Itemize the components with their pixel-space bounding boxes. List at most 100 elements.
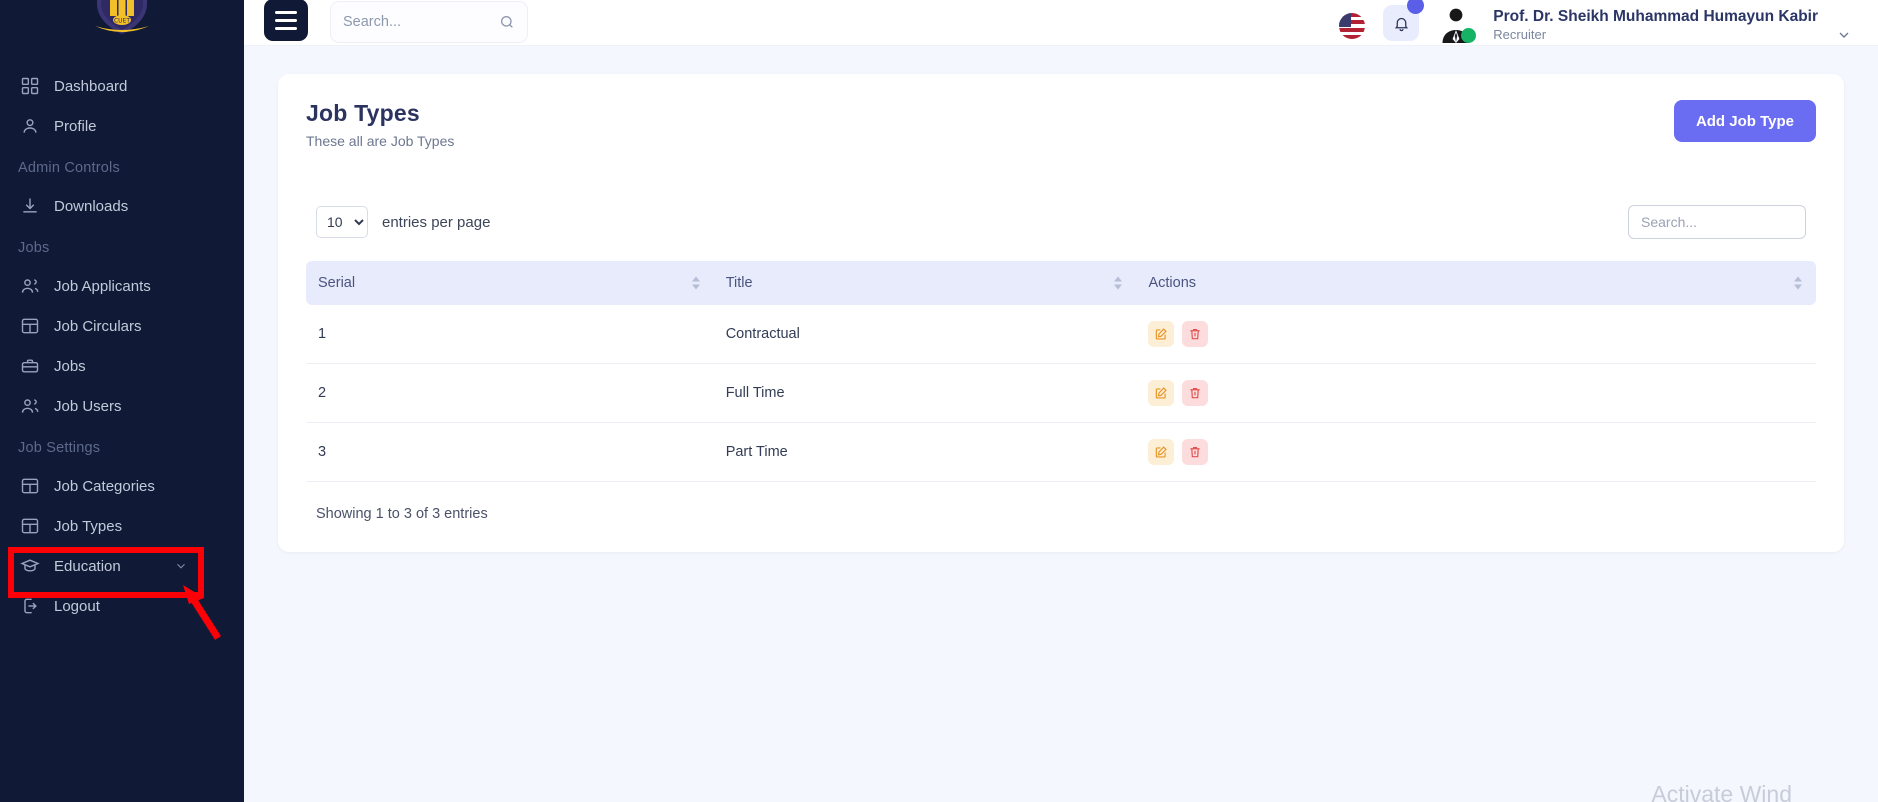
sidebar-logo[interactable]: CUET [0, 0, 244, 44]
column-header-actions[interactable]: Actions [1136, 261, 1816, 305]
sidebar-item-job-applicants[interactable]: Job Applicants [0, 266, 244, 306]
hamburger-icon[interactable] [264, 0, 308, 41]
edit-button[interactable] [1148, 321, 1174, 347]
sidebar-section-job-settings: Job Settings [0, 426, 244, 466]
activate-windows-watermark: Activate Wind [1651, 781, 1792, 802]
app-root: CUET Dashboard [0, 0, 1878, 802]
table-toolbar: 10 25 50 100 entries per page [306, 205, 1816, 239]
users-icon [20, 396, 40, 416]
table-row: 2 Full Time [306, 364, 1816, 423]
table-row: 3 Part Time [306, 423, 1816, 482]
edit-pencil-icon [1154, 386, 1168, 400]
sidebar-item-education[interactable]: Education [0, 546, 244, 586]
edit-pencil-icon [1154, 445, 1168, 459]
column-header-title[interactable]: Title [714, 261, 1137, 305]
graduation-cap-icon [20, 556, 40, 576]
sidebar-nav: Dashboard Profile Admin Controls Do [0, 44, 244, 626]
sidebar-item-label: Logout [54, 598, 100, 615]
search-input[interactable] [343, 14, 493, 30]
main-area: Prof. Dr. Sheikh Muhammad Humayun Kabir … [244, 0, 1878, 802]
sidebar-section-jobs: Jobs [0, 226, 244, 266]
sidebar-item-label: Job Types [54, 518, 122, 535]
page-title: Job Types [306, 100, 454, 127]
notification-badge [1407, 0, 1424, 14]
table-body: 1 Contractual [306, 305, 1816, 482]
download-icon [20, 196, 40, 216]
sidebar-item-label: Education [54, 558, 121, 575]
delete-button[interactable] [1182, 439, 1208, 465]
column-header-label: Title [726, 275, 753, 291]
us-flag-icon[interactable] [1339, 13, 1365, 39]
grid-icon [20, 76, 40, 96]
entries-per-page-label: entries per page [382, 214, 490, 231]
user-role: Recruiter [1493, 27, 1818, 43]
sidebar-item-downloads[interactable]: Downloads [0, 186, 244, 226]
sidebar-item-dashboard[interactable]: Dashboard [0, 66, 244, 106]
sidebar: CUET Dashboard [0, 0, 244, 802]
cell-serial: 1 [306, 305, 714, 364]
notification-bell[interactable] [1383, 5, 1419, 41]
sidebar-section-admin-controls: Admin Controls [0, 146, 244, 186]
trash-icon [1188, 386, 1202, 400]
edit-button[interactable] [1148, 439, 1174, 465]
sidebar-item-logout[interactable]: Logout [0, 586, 244, 626]
sidebar-item-label: Dashboard [54, 78, 127, 95]
table-icon [20, 476, 40, 496]
briefcase-icon [20, 356, 40, 376]
sidebar-item-label: Job Categories [54, 478, 155, 495]
sidebar-item-job-types[interactable]: Job Types [0, 506, 244, 546]
trash-icon [1188, 327, 1202, 341]
sidebar-item-profile[interactable]: Profile [0, 106, 244, 146]
university-crest-icon: CUET [83, 0, 161, 44]
sidebar-item-job-circulars[interactable]: Job Circulars [0, 306, 244, 346]
cell-actions [1136, 423, 1816, 482]
delete-button[interactable] [1182, 380, 1208, 406]
sidebar-item-job-users[interactable]: Job Users [0, 386, 244, 426]
job-types-card: Job Types These all are Job Types Add Jo… [278, 74, 1844, 552]
table-icon [20, 516, 40, 536]
sidebar-item-job-categories[interactable]: Job Categories [0, 466, 244, 506]
job-types-table: Serial Title Actions [306, 261, 1816, 482]
avatar[interactable] [1437, 5, 1475, 43]
sort-icon[interactable] [1794, 277, 1802, 290]
global-search[interactable] [330, 1, 528, 43]
sidebar-item-label: Job Circulars [54, 318, 142, 335]
chevron-down-icon[interactable] [1836, 27, 1852, 43]
svg-text:CUET: CUET [114, 18, 130, 25]
table-head: Serial Title Actions [306, 261, 1816, 305]
column-header-serial[interactable]: Serial [306, 261, 714, 305]
cell-title: Contractual [714, 305, 1137, 364]
table-header-row: Serial Title Actions [306, 261, 1816, 305]
entries-per-page-select[interactable]: 10 25 50 100 [316, 206, 368, 238]
cell-title: Part Time [714, 423, 1137, 482]
sort-icon[interactable] [692, 277, 700, 290]
showing-entries-text: Showing 1 to 3 of 3 entries [306, 506, 1816, 522]
trash-icon [1188, 445, 1202, 459]
cell-serial: 2 [306, 364, 714, 423]
sort-icon[interactable] [1114, 277, 1122, 290]
chevron-down-icon[interactable] [174, 559, 188, 573]
column-header-label: Serial [318, 275, 355, 291]
page-content: Job Types These all are Job Types Add Jo… [244, 46, 1878, 552]
card-header: Job Types These all are Job Types Add Jo… [306, 100, 1816, 149]
table-search-input[interactable] [1628, 205, 1806, 239]
user-icon [20, 116, 40, 136]
user-info[interactable]: Prof. Dr. Sheikh Muhammad Humayun Kabir … [1493, 7, 1818, 43]
cell-title: Full Time [714, 364, 1137, 423]
sidebar-item-label: Job Users [54, 398, 122, 415]
user-name: Prof. Dr. Sheikh Muhammad Humayun Kabir [1493, 7, 1818, 26]
sidebar-item-label: Jobs [54, 358, 86, 375]
users-icon [20, 276, 40, 296]
topbar-right: Prof. Dr. Sheikh Muhammad Humayun Kabir … [1339, 21, 1852, 43]
delete-button[interactable] [1182, 321, 1208, 347]
sidebar-item-jobs[interactable]: Jobs [0, 346, 244, 386]
cell-serial: 3 [306, 423, 714, 482]
column-header-label: Actions [1148, 275, 1196, 291]
cell-actions [1136, 305, 1816, 364]
sidebar-item-label: Profile [54, 118, 97, 135]
sidebar-item-label: Job Applicants [54, 278, 151, 295]
bell-icon [1393, 15, 1410, 32]
top-bar: Prof. Dr. Sheikh Muhammad Humayun Kabir … [244, 0, 1878, 46]
add-job-type-button[interactable]: Add Job Type [1674, 100, 1816, 142]
edit-button[interactable] [1148, 380, 1174, 406]
